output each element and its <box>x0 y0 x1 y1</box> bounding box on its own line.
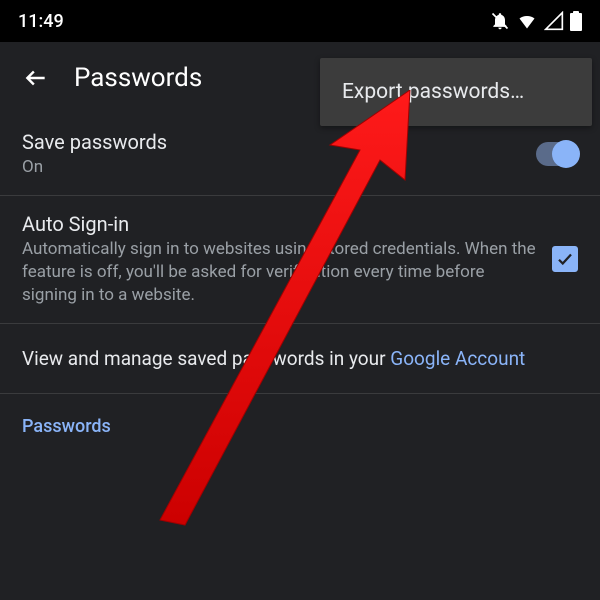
save-passwords-toggle[interactable] <box>536 142 578 166</box>
back-button[interactable] <box>14 56 58 100</box>
status-icons <box>490 11 582 31</box>
notifications-off-icon <box>490 11 510 31</box>
save-passwords-title: Save passwords <box>22 130 536 154</box>
auto-signin-checkbox[interactable] <box>552 246 578 272</box>
auto-signin-title: Auto Sign-in <box>22 212 538 236</box>
export-passwords-menu-item[interactable]: Export passwords… <box>320 58 592 126</box>
battery-icon <box>570 11 582 31</box>
arrow-back-icon <box>23 65 49 91</box>
export-passwords-label: Export passwords… <box>342 80 524 104</box>
auto-signin-description: Automatically sign in to websites using … <box>22 238 538 307</box>
app-bar: Passwords Export passwords… <box>0 42 600 114</box>
manage-passwords-text: View and manage saved passwords in your <box>22 347 390 370</box>
auto-signin-row[interactable]: Auto Sign-in Automatically sign in to we… <box>0 196 600 324</box>
save-passwords-status: On <box>22 156 536 179</box>
google-account-link[interactable]: Google Account <box>390 347 525 370</box>
passwords-section-label: Passwords <box>0 394 600 447</box>
wifi-icon <box>516 11 538 31</box>
check-icon <box>556 250 574 268</box>
status-bar: 11:49 <box>0 0 600 42</box>
save-passwords-row[interactable]: Save passwords On <box>0 114 600 196</box>
page-title: Passwords <box>74 63 202 93</box>
status-time: 11:49 <box>18 11 64 32</box>
cell-signal-icon <box>544 11 564 31</box>
manage-passwords-row[interactable]: View and manage saved passwords in your … <box>0 324 600 395</box>
